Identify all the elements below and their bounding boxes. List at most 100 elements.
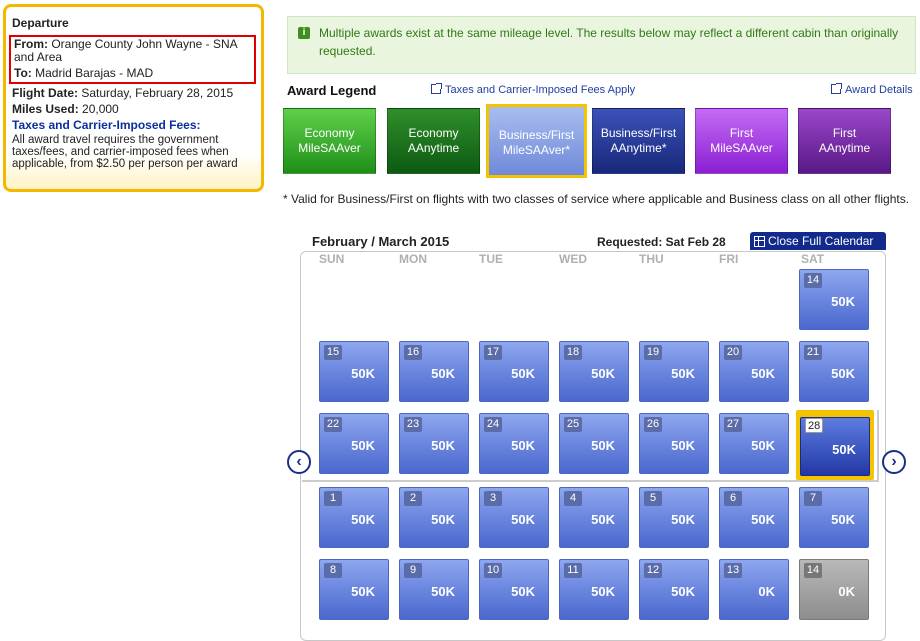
calendar-day[interactable]: 11 50K <box>559 559 629 620</box>
day-miles: 50K <box>511 366 535 381</box>
day-number: 5 <box>644 491 662 506</box>
day-miles: 50K <box>832 442 856 457</box>
award-business-first-milesaaver[interactable]: Business/First MileSAAver* <box>486 104 587 178</box>
award-line1: Economy <box>408 126 459 140</box>
day-miles: 0K <box>758 584 775 599</box>
route-highlight: From: Orange County John Wayne - SNA and… <box>9 35 256 84</box>
calendar-day[interactable]: 14 0K <box>799 559 869 620</box>
taxes-fees-link[interactable]: Taxes and Carrier-Imposed Fees Apply <box>431 83 636 96</box>
calendar-day[interactable]: 7 50K <box>799 487 869 548</box>
day-miles: 50K <box>831 512 855 527</box>
calendar-day[interactable]: 25 50K <box>559 413 629 474</box>
calendar-day[interactable]: 19 50K <box>639 341 709 402</box>
calendar-day[interactable]: 13 0K <box>719 559 789 620</box>
from-label: From: <box>14 37 48 51</box>
day-number: 12 <box>644 563 662 578</box>
calendar-day[interactable]: 9 50K <box>399 559 469 620</box>
calendar-day[interactable]: 15 50K <box>319 341 389 402</box>
award-economy-milesaaver[interactable]: Economy MileSAAver <box>283 108 376 174</box>
legend-note: * Valid for Business/First on flights wi… <box>283 192 910 206</box>
award-line1: Business/First <box>498 128 575 142</box>
award-business-first-aanytime[interactable]: Business/First AAnytime* <box>592 108 685 174</box>
day-miles: 50K <box>511 512 535 527</box>
calendar-day[interactable]: 20 50K <box>719 341 789 402</box>
day-miles: 50K <box>751 438 775 453</box>
day-number: 19 <box>644 345 662 360</box>
taxes-heading[interactable]: Taxes and Carrier-Imposed Fees: <box>12 119 254 132</box>
day-number: 10 <box>484 563 502 578</box>
selected-day-highlight: 28 50K <box>796 410 874 480</box>
day-number: 23 <box>404 417 422 432</box>
day-number: 9 <box>404 563 422 578</box>
day-miles: 50K <box>671 512 695 527</box>
calendar-day[interactable]: 21 50K <box>799 341 869 402</box>
requested-date: Requested: Sat Feb 28 <box>597 235 726 249</box>
day-number: 26 <box>644 417 662 432</box>
day-miles: 0K <box>838 584 855 599</box>
calendar-day-selected[interactable]: 28 50K <box>800 417 870 476</box>
calendar-day[interactable]: 6 50K <box>719 487 789 548</box>
calendar-day[interactable]: 5 50K <box>639 487 709 548</box>
day-number: 28 <box>805 418 824 433</box>
miles-label: Miles Used: <box>12 102 79 116</box>
day-miles: 50K <box>511 584 535 599</box>
calendar-day[interactable]: 10 50K <box>479 559 549 620</box>
day-miles: 50K <box>431 512 455 527</box>
calendar-day[interactable]: 17 50K <box>479 341 549 402</box>
day-number: 13 <box>724 563 742 578</box>
day-number: 20 <box>724 345 742 360</box>
calendar-day[interactable]: 14 50K <box>799 269 869 330</box>
close-calendar-button[interactable]: Close Full Calendar <box>750 232 886 250</box>
calendar-day[interactable]: 12 50K <box>639 559 709 620</box>
award-first-aanytime[interactable]: First AAnytime <box>798 108 891 174</box>
day-number: 14 <box>804 563 822 578</box>
close-calendar-label: Close Full Calendar <box>768 234 874 248</box>
date-row: Flight Date: Saturday, February 28, 2015 <box>12 87 254 100</box>
calendar-day[interactable]: 2 50K <box>399 487 469 548</box>
taxes-text: All award travel requires the government… <box>12 134 238 170</box>
calendar-day[interactable]: 4 50K <box>559 487 629 548</box>
day-number: 24 <box>484 417 502 432</box>
calendar-day[interactable]: 3 50K <box>479 487 549 548</box>
calendar-day[interactable]: 26 50K <box>639 413 709 474</box>
day-number: 7 <box>804 491 822 506</box>
weekday-mon: MON <box>399 252 427 266</box>
day-number: 21 <box>804 345 822 360</box>
day-miles: 50K <box>591 438 615 453</box>
departure-title: Departure <box>12 16 69 30</box>
day-number: 2 <box>404 491 422 506</box>
calendar-day[interactable]: 23 50K <box>399 413 469 474</box>
calendar-day[interactable]: 24 50K <box>479 413 549 474</box>
info-notice: i Multiple awards exist at the same mile… <box>287 16 916 74</box>
day-miles: 50K <box>591 512 615 527</box>
day-number: 25 <box>564 417 582 432</box>
next-week-button[interactable]: › <box>882 450 906 474</box>
weekday-fri: FRI <box>719 252 739 266</box>
award-first-milesaaver[interactable]: First MileSAAver <box>695 108 788 174</box>
award-line2: MileSAAver* <box>502 143 571 157</box>
prev-week-button[interactable]: ‹ <box>287 450 311 474</box>
day-miles: 50K <box>351 512 375 527</box>
day-number: 17 <box>484 345 502 360</box>
weekday-thu: THU <box>639 252 664 266</box>
legend-title: Award Legend <box>287 83 377 98</box>
calendar-day[interactable]: 18 50K <box>559 341 629 402</box>
calendar-day[interactable]: 27 50K <box>719 413 789 474</box>
award-line2: AAnytime <box>818 141 871 155</box>
award-details-link-label: Award Details <box>845 84 913 96</box>
award-line1: First <box>729 126 754 140</box>
award-line1: Business/First <box>600 126 677 140</box>
calendar-day[interactable]: 22 50K <box>319 413 389 474</box>
day-miles: 50K <box>431 584 455 599</box>
day-number: 16 <box>404 345 422 360</box>
calendar-day[interactable]: 8 50K <box>319 559 389 620</box>
award-details-link[interactable]: Award Details <box>831 83 913 96</box>
calendar-day[interactable]: 1 50K <box>319 487 389 548</box>
departure-summary: Departure From: Orange County John Wayne… <box>3 4 264 192</box>
calendar-day[interactable]: 16 50K <box>399 341 469 402</box>
miles-value: 20,000 <box>82 102 119 116</box>
day-number: 14 <box>804 273 822 288</box>
taxes-fees-link-label: Taxes and Carrier-Imposed Fees Apply <box>445 84 636 96</box>
award-economy-aanytime[interactable]: Economy AAnytime <box>387 108 480 174</box>
day-miles: 50K <box>431 438 455 453</box>
